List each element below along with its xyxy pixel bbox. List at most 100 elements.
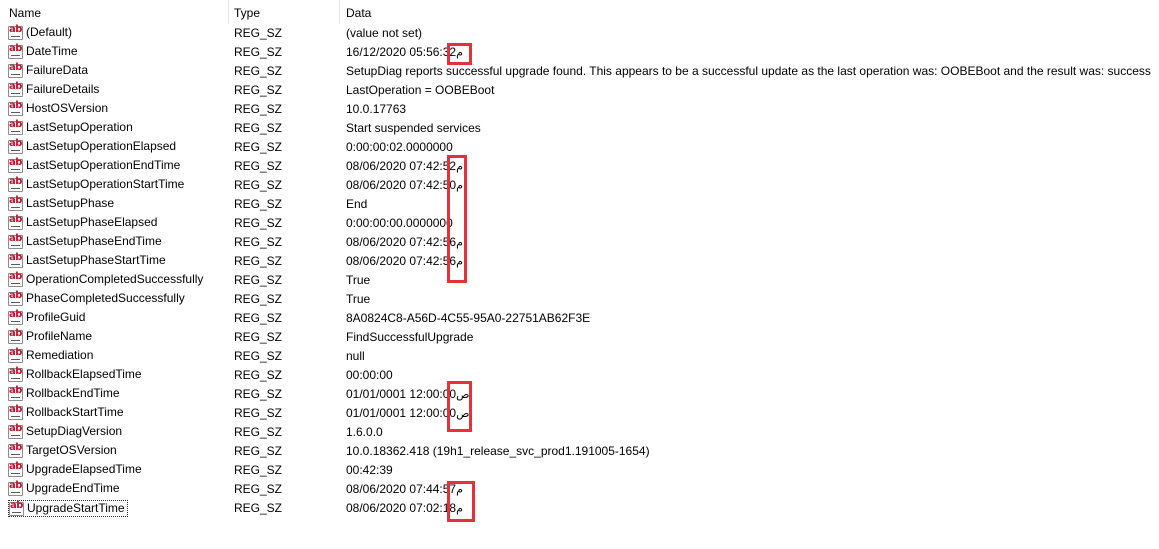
registry-value-row[interactable]: ab Remediation REG_SZ null — [0, 347, 1159, 366]
string-value-ab-icon: ab — [8, 99, 23, 116]
annotation-box-rollback-times — [447, 381, 472, 432]
value-name-cell: ab DateTime — [8, 43, 226, 62]
ab-icon-text: ab — [9, 194, 22, 206]
ab-icon-underline — [11, 130, 20, 132]
value-type: REG_SZ — [234, 292, 283, 306]
string-value-ab-icon: ab — [8, 43, 23, 59]
ab-icon-text: ab — [9, 460, 22, 472]
ab-icon-underline — [11, 320, 20, 322]
value-name: UpgradeStartTime — [27, 501, 125, 515]
value-name-cell: ab LastSetupOperationElapsed — [8, 138, 226, 157]
annotation-box-upgrade-times — [447, 481, 475, 522]
value-type: REG_SZ — [234, 216, 283, 230]
value-data: null — [346, 349, 365, 363]
registry-value-row[interactable]: ab LastSetupPhaseEndTime REG_SZ 08/06/2020 … — [0, 233, 1159, 252]
value-name: RollbackStartTime — [26, 405, 124, 419]
value-data: 08/06/2020 07:44:57 — [346, 482, 457, 496]
value-data: FindSuccessfulUpgrade — [346, 330, 474, 344]
ab-icon-underline — [11, 206, 20, 208]
registry-value-row[interactable]: ab PhaseCompletedSuccessfully REG_SZ True — [0, 290, 1159, 309]
value-data: 08/06/2020 07:42:56 — [346, 254, 457, 268]
value-data: 01/01/0001 12:00:00 — [346, 406, 457, 420]
string-value-ab-icon: ab — [8, 251, 23, 268]
string-value-ab-icon: ab — [9, 499, 24, 516]
value-type: REG_SZ — [234, 64, 283, 78]
registry-value-row[interactable]: ab SetupDiagVersion REG_SZ 1.6.0.0 — [0, 423, 1159, 442]
value-name: SetupDiagVersion — [26, 424, 123, 438]
value-name-cell: ab PhaseCompletedSuccessfully — [8, 290, 226, 309]
value-name-cell: ab RollbackStartTime — [8, 404, 226, 423]
value-name-wrapper: ab SetupDiagVersion — [8, 423, 124, 440]
value-data: 8A0824C8-A56D-4C55-95A0-22751AB62F3E — [346, 311, 591, 325]
value-name-wrapper: ab UpgradeEndTime — [8, 480, 122, 497]
value-data-cell: Start suspended services — [346, 119, 481, 138]
registry-value-row[interactable]: ab RollbackElapsedTime REG_SZ 00:00:00 — [0, 366, 1159, 385]
value-data: End — [346, 197, 368, 211]
value-name-cell: ab LastSetupOperationStartTime — [8, 176, 226, 195]
column-header-type[interactable]: Type — [229, 0, 340, 24]
column-header-name[interactable]: Name — [0, 0, 229, 24]
ab-icon-text: ab — [9, 308, 22, 320]
value-name-cell: ab Remediation — [8, 347, 226, 366]
value-name-cell: ab OperationCompletedSuccessfully — [8, 271, 226, 290]
registry-value-row[interactable]: ab FailureData REG_SZ SetupDiag reports suc… — [0, 62, 1159, 81]
value-data: 08/06/2020 07:42:56 — [346, 235, 457, 249]
value-name-cell: ab LastSetupOperationEndTime — [8, 157, 226, 176]
value-data-cell: True — [346, 290, 370, 309]
registry-value-row[interactable]: ab UpgradeElapsedTime REG_SZ 00:42:39 — [0, 461, 1159, 480]
column-header-data[interactable]: Data — [340, 0, 1159, 24]
registry-value-row[interactable]: ab LastSetupOperationEndTime REG_SZ 08/06/2… — [0, 157, 1159, 176]
value-name: (Default) — [26, 25, 73, 39]
registry-value-row[interactable]: ab OperationCompletedSuccessfully REG_SZ Tr… — [0, 271, 1159, 290]
string-value-ab-icon: ab — [8, 385, 23, 401]
ab-icon-underline — [11, 73, 20, 75]
value-name-wrapper: ab Remediation — [8, 347, 95, 364]
ab-icon-text: ab — [9, 441, 22, 453]
registry-value-row[interactable]: ab LastSetupPhaseElapsed REG_SZ 0:00:00:00.… — [0, 214, 1159, 233]
ab-icon-underline — [11, 415, 20, 417]
value-name-wrapper: ab HostOSVersion — [8, 100, 110, 117]
value-name-wrapper: ab ProfileName — [8, 328, 94, 345]
registry-value-row[interactable]: ab FailureDetails REG_SZ LastOperation = OO… — [0, 81, 1159, 100]
registry-value-row[interactable]: ab HostOSVersion REG_SZ 10.0.17763 — [0, 100, 1159, 119]
ab-icon-underline — [11, 35, 20, 37]
registry-value-row[interactable]: ab ProfileGuid REG_SZ 8A0824C8-A56D-4C55-95… — [0, 309, 1159, 328]
registry-value-row[interactable]: ab TargetOSVersion REG_SZ 10.0.18362.418 (1… — [0, 442, 1159, 461]
ab-icon-text: ab — [10, 499, 23, 511]
ab-icon-underline — [12, 511, 21, 513]
value-data-cell: 0:00:00:02.0000000 — [346, 138, 453, 157]
registry-value-row[interactable]: ab LastSetupOperation REG_SZ Start suspende… — [0, 119, 1159, 138]
value-name-cell: ab RollbackElapsedTime — [8, 366, 226, 385]
registry-value-row[interactable]: ab LastSetupPhaseStartTime REG_SZ 08/06/202… — [0, 252, 1159, 271]
ab-icon-underline — [11, 111, 20, 113]
registry-value-row[interactable]: ab LastSetupOperationStartTime REG_SZ 08/06… — [0, 176, 1159, 195]
string-value-ab-icon: ab — [8, 441, 23, 458]
registry-value-row[interactable]: ab RollbackStartTime REG_SZ 01/01/0001 12:0… — [0, 404, 1159, 423]
value-type: REG_SZ — [234, 425, 283, 439]
registry-value-row[interactable]: ab RollbackEndTime REG_SZ 01/01/0001 12:00:… — [0, 385, 1159, 404]
registry-value-row[interactable]: ab UpgradeStartTime REG_SZ 08/06/2020 07:02… — [0, 499, 1159, 518]
registry-value-row[interactable]: ab UpgradeEndTime REG_SZ 08/06/2020 07:44:5… — [0, 480, 1159, 499]
string-value-ab-icon: ab — [8, 24, 23, 40]
ab-icon-text: ab — [9, 61, 22, 73]
value-type: REG_SZ — [234, 197, 283, 211]
ab-icon-text: ab — [9, 137, 22, 149]
registry-value-row[interactable]: ab LastSetupOperationElapsed REG_SZ 0:00:00… — [0, 138, 1159, 157]
value-name-wrapper: ab RollbackEndTime — [8, 385, 122, 402]
ab-icon-text: ab — [9, 346, 22, 358]
value-name-cell: ab ProfileGuid — [8, 309, 226, 328]
value-data: (value not set) — [346, 26, 423, 40]
registry-value-row[interactable]: ab LastSetupPhase REG_SZ End — [0, 195, 1159, 214]
ab-icon-text: ab — [9, 99, 22, 111]
value-name-cell: ab UpgradeStartTime — [8, 499, 226, 518]
value-name: FailureDetails — [26, 82, 100, 96]
string-value-ab-icon: ab — [8, 366, 23, 382]
ab-icon-underline — [11, 358, 20, 360]
value-type: REG_SZ — [234, 45, 283, 59]
registry-value-row[interactable]: ab (Default) REG_SZ (value not set) — [0, 24, 1159, 43]
value-data: 01/01/0001 12:00:00 — [346, 387, 457, 401]
registry-value-row[interactable]: ab DateTime REG_SZ 16/12/2020 05:56:32م — [0, 43, 1159, 62]
ab-icon-text: ab — [9, 251, 22, 263]
value-data: 0:00:00:02.0000000 — [346, 140, 453, 154]
registry-value-row[interactable]: ab ProfileName REG_SZ FindSuccessfulUpgrade — [0, 328, 1159, 347]
